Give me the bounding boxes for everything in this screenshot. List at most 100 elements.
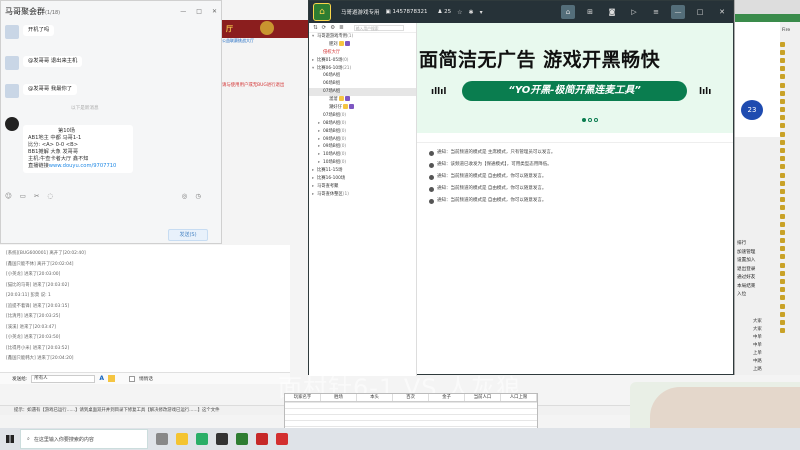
channel-tree-item[interactable]: ▸ 马哥查考聚 [309, 183, 416, 191]
channel-tree-item[interactable]: ▸ 09场A组(0) [309, 136, 416, 144]
channel-tree-item[interactable]: 07场A组 [309, 88, 416, 97]
channel-tree-item[interactable]: ▸ 09场B组(0) [309, 143, 416, 151]
refresh-icon[interactable]: ⟳ [322, 25, 327, 31]
side-list-item[interactable] [780, 89, 800, 97]
maximize-icon[interactable]: □ [693, 5, 707, 19]
side-menu-item[interactable]: 设置加入 [735, 257, 780, 266]
side-list-item[interactable] [780, 253, 800, 261]
folder-icon[interactable]: ▭ [20, 192, 26, 200]
gamepad-icon[interactable]: ⊞ [583, 5, 597, 19]
side-list-item[interactable] [780, 261, 800, 269]
side-menu-item[interactable]: 退出登录 [735, 266, 780, 275]
side-list-item[interactable] [780, 269, 800, 277]
side-list-item[interactable] [780, 122, 800, 130]
video-icon[interactable]: ▷ [627, 5, 641, 19]
maximize-button[interactable]: □ [196, 1, 202, 23]
channel-tree-item[interactable]: 溜溜 [309, 96, 416, 104]
carousel-dot[interactable] [582, 118, 586, 122]
task-view-icon[interactable] [156, 433, 168, 445]
online-count-badge[interactable]: 23 [741, 100, 763, 120]
side-list-item[interactable] [780, 302, 800, 310]
side-list-item[interactable] [780, 196, 800, 204]
side-list-item[interactable] [780, 187, 800, 195]
channel-tree-item[interactable]: ▸ 08场A组(0) [309, 120, 416, 128]
channel-tree-item[interactable]: ▸ 比赛11-15场 [309, 167, 416, 175]
taskbar-search[interactable]: ⌕ 在这里输入你要搜索的内容 [20, 429, 148, 449]
private-checkbox[interactable] [129, 375, 135, 382]
game-icon[interactable]: ◙ [605, 5, 619, 19]
game-app-icon[interactable] [256, 433, 268, 445]
channel-tree-item[interactable]: ▸ 10场B组(0) [309, 159, 416, 167]
side-list-item[interactable] [780, 48, 800, 56]
side-menu-item[interactable]: 排行 [735, 240, 780, 249]
side-list-item[interactable] [780, 204, 800, 212]
close-icon[interactable]: ✕ [715, 5, 729, 19]
menu-icon[interactable]: ≡ [649, 5, 663, 19]
channel-tree-item[interactable]: 06场B组 [309, 80, 416, 88]
column-header[interactable]: 胜场 [321, 394, 357, 401]
settings-icon[interactable]: ✱ [469, 9, 474, 16]
tools-icon[interactable]: ⚙ [330, 25, 335, 31]
side-list-item[interactable] [780, 56, 800, 64]
side-menu-item[interactable]: 通过好友 [735, 274, 780, 283]
column-header[interactable]: 本头 [357, 394, 393, 401]
side-list-item[interactable] [780, 212, 800, 220]
side-list-item[interactable] [780, 81, 800, 89]
channel-tree-item[interactable]: ▸ 比赛16-100场 [309, 175, 416, 183]
column-header[interactable]: 人口上限 [501, 394, 537, 401]
side-list-item[interactable] [780, 73, 800, 81]
side-list-item[interactable] [780, 171, 800, 179]
close-button[interactable]: ✕ [212, 1, 217, 23]
send-target-select[interactable]: 所有人 [31, 374, 96, 383]
side-list-item[interactable] [780, 228, 800, 236]
side-list-item[interactable] [780, 237, 800, 245]
side-list-item[interactable] [780, 97, 800, 105]
list-icon[interactable]: ≣ [339, 25, 344, 31]
emoji-icon[interactable]: ☺ [5, 192, 12, 200]
channel-tree-item[interactable]: 06场A组 [309, 72, 416, 80]
column-header[interactable]: 金子 [429, 394, 465, 401]
side-list-item[interactable] [780, 65, 800, 73]
clock-icon[interactable]: ◷ [195, 192, 201, 200]
side-list-item[interactable] [780, 155, 800, 163]
wechat-icon[interactable] [196, 433, 208, 445]
font-icon[interactable]: A [99, 375, 104, 382]
side-menu-item[interactable]: 本局结束 [735, 283, 780, 292]
voice-app-icon[interactable] [236, 433, 248, 445]
side-list-item[interactable] [780, 130, 800, 138]
side-list-item[interactable] [780, 327, 800, 335]
scissors-icon[interactable]: ✂ [34, 192, 39, 200]
live-link[interactable]: www.douyu.com/9707710 [49, 163, 117, 169]
side-list-item[interactable] [780, 163, 800, 171]
channel-tree-item[interactable]: 潮好仔 [309, 104, 416, 112]
side-list-item[interactable] [780, 146, 800, 154]
column-header[interactable]: 玩家名字 [285, 394, 321, 401]
side-list-item[interactable] [780, 179, 800, 187]
dropdown-icon[interactable]: ▾ [480, 9, 483, 16]
side-list-item[interactable] [780, 220, 800, 228]
carousel-dot[interactable] [588, 118, 592, 122]
side-list-item[interactable] [780, 318, 800, 326]
side-menu-item[interactable]: 加速管理 [735, 249, 780, 258]
side-list-item[interactable] [780, 294, 800, 302]
star-icon[interactable]: ☆ [457, 9, 462, 16]
home-icon[interactable]: ⌂ [313, 3, 331, 21]
sort-icon[interactable]: ⇅ [313, 25, 318, 31]
emoji-picker-icon[interactable] [108, 375, 115, 382]
promo-banner[interactable]: 面简洁无广告 游戏开黑畅快 ıllıl “YO开黑-极简开黑连麦工具” lılı [417, 23, 733, 133]
send-button[interactable]: 发送(S) [168, 229, 208, 241]
channel-tree-item[interactable]: ▸ 08场B组(0) [309, 128, 416, 136]
side-list-item[interactable] [780, 40, 800, 48]
channel-tree-item[interactable]: ▸ 马哥查休整区(1) [309, 191, 416, 199]
side-list-item[interactable] [780, 114, 800, 122]
file-explorer-icon[interactable] [176, 433, 188, 445]
channel-tree-item[interactable]: 肥刘 [309, 40, 416, 49]
side-list-item[interactable] [780, 106, 800, 114]
home-tab-icon[interactable]: ⌂ [561, 5, 575, 19]
minimize-button[interactable]: — [180, 1, 186, 23]
side-list-item[interactable] [780, 277, 800, 285]
side-list-item[interactable] [780, 310, 800, 318]
column-header[interactable]: 百次 [393, 394, 429, 401]
media-app-icon[interactable] [216, 433, 228, 445]
chat-bubble-icon[interactable]: ◌ [47, 192, 53, 200]
